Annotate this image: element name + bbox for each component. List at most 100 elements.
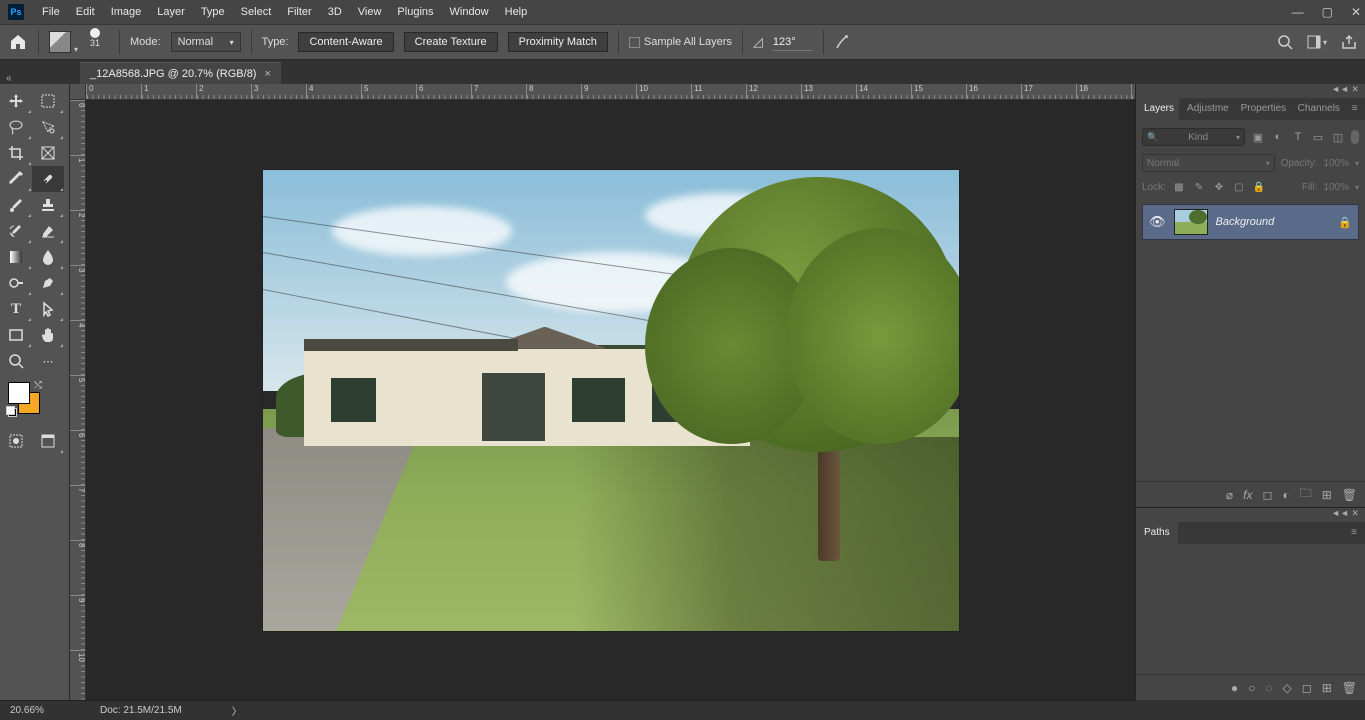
- path-select-tool-icon[interactable]: [32, 296, 64, 322]
- new-layer-icon[interactable]: ⊞: [1322, 488, 1332, 502]
- layer-name[interactable]: Background: [1216, 216, 1331, 228]
- filter-adjust-icon[interactable]: ◐: [1271, 130, 1285, 144]
- stamp-tool-icon[interactable]: [32, 192, 64, 218]
- angle-input[interactable]: [773, 33, 813, 51]
- lock-paint-icon[interactable]: ✎: [1192, 182, 1206, 193]
- hand-tool-icon[interactable]: [32, 322, 64, 348]
- quick-mask-icon[interactable]: [0, 428, 32, 454]
- ruler-horizontal[interactable]: 012345678910111213141516171819: [86, 84, 1135, 100]
- visibility-eye-icon[interactable]: 👁: [1149, 214, 1166, 230]
- layer-filter-kind[interactable]: Kind▾: [1142, 128, 1245, 146]
- delete-path-icon[interactable]: 🗑: [1342, 681, 1357, 695]
- screen-mode-icon[interactable]: [32, 428, 64, 454]
- window-maximize-icon[interactable]: ▢: [1322, 5, 1333, 19]
- swap-colors-icon[interactable]: ⤭: [34, 380, 42, 391]
- share-icon[interactable]: [1341, 34, 1357, 50]
- edit-toolbar-icon[interactable]: ⋯: [32, 348, 64, 374]
- brush-tool-icon[interactable]: [0, 192, 32, 218]
- lock-pos-icon[interactable]: ✥: [1212, 182, 1226, 193]
- fill-path-icon[interactable]: ●: [1231, 681, 1238, 695]
- new-path-icon[interactable]: ⊞: [1322, 681, 1332, 695]
- ruler-origin[interactable]: [70, 84, 86, 100]
- tab-properties[interactable]: Properties: [1233, 98, 1290, 120]
- filter-shape-icon[interactable]: ▭: [1311, 130, 1325, 144]
- filter-smart-icon[interactable]: ◫: [1331, 130, 1345, 144]
- mask-icon[interactable]: ◻: [1262, 488, 1272, 502]
- sel-to-path-icon[interactable]: ◇: [1283, 681, 1292, 695]
- crop-tool-icon[interactable]: [0, 140, 32, 166]
- panel-collapse-icon[interactable]: ◄◄ ✕: [1136, 508, 1365, 522]
- window-minimize-icon[interactable]: —: [1292, 5, 1304, 19]
- pressure-icon[interactable]: [834, 33, 852, 51]
- home-icon[interactable]: [8, 32, 28, 52]
- workspace-switcher[interactable]: ▾: [1307, 35, 1327, 49]
- menu-file[interactable]: File: [34, 0, 68, 24]
- search-icon[interactable]: [1277, 34, 1293, 50]
- type-create-texture-button[interactable]: Create Texture: [404, 32, 498, 52]
- menu-plugins[interactable]: Plugins: [389, 0, 441, 24]
- layer-row-background[interactable]: 👁 Background 🔒: [1142, 204, 1359, 240]
- layer-thumbnail[interactable]: [1174, 209, 1208, 235]
- menu-view[interactable]: View: [350, 0, 390, 24]
- delete-layer-icon[interactable]: 🗑: [1342, 488, 1357, 502]
- menu-layer[interactable]: Layer: [149, 0, 193, 24]
- frame-tool-icon[interactable]: [32, 140, 64, 166]
- sample-all-layers-checkbox[interactable]: Sample All Layers: [629, 36, 732, 48]
- document-tab[interactable]: _12A8568.JPG @ 20.7% (RGB/8) ×: [80, 62, 281, 84]
- blur-tool-icon[interactable]: [32, 244, 64, 270]
- filter-type-icon[interactable]: T: [1291, 130, 1305, 144]
- gradient-tool-icon[interactable]: [0, 244, 32, 270]
- fx-icon[interactable]: fx: [1243, 488, 1252, 502]
- menu-image[interactable]: Image: [103, 0, 150, 24]
- group-icon[interactable]: 🗀: [1300, 484, 1312, 505]
- default-colors-icon[interactable]: [6, 406, 16, 416]
- status-chevron-icon[interactable]: 〉: [232, 703, 242, 718]
- opacity-value[interactable]: 100%: [1323, 158, 1349, 169]
- adjustment-layer-icon[interactable]: ◐: [1282, 488, 1289, 502]
- history-brush-tool-icon[interactable]: [0, 218, 32, 244]
- zoom-tool-icon[interactable]: [0, 348, 32, 374]
- lock-all-icon[interactable]: 🔒: [1252, 182, 1266, 193]
- mode-select[interactable]: Normal▾: [171, 32, 241, 52]
- tab-paths[interactable]: Paths: [1136, 522, 1178, 544]
- tab-channels[interactable]: Channels: [1290, 98, 1344, 120]
- canvas[interactable]: [86, 100, 1135, 700]
- foreground-color-swatch[interactable]: [8, 382, 30, 404]
- zoom-value[interactable]: 20.66%: [10, 705, 70, 716]
- panel-collapse-icon[interactable]: ◄◄ ✕: [1136, 84, 1365, 98]
- menu-select[interactable]: Select: [233, 0, 280, 24]
- brush-preview[interactable]: 31: [81, 28, 109, 56]
- quick-select-tool-icon[interactable]: [32, 114, 64, 140]
- eyedropper-tool-icon[interactable]: [0, 166, 32, 192]
- lasso-tool-icon[interactable]: [0, 114, 32, 140]
- path-to-sel-icon[interactable]: ◌: [1265, 681, 1272, 695]
- menu-help[interactable]: Help: [497, 0, 536, 24]
- rectangle-tool-icon[interactable]: [0, 322, 32, 348]
- close-tab-icon[interactable]: ×: [264, 68, 270, 80]
- type-tool-icon[interactable]: T: [0, 296, 32, 322]
- blend-mode-select[interactable]: Normal▾: [1142, 154, 1275, 172]
- panel-menu-icon[interactable]: ≡: [1344, 98, 1365, 120]
- window-close-icon[interactable]: ✕: [1351, 5, 1361, 19]
- menu-3d[interactable]: 3D: [320, 0, 350, 24]
- stroke-path-icon[interactable]: ○: [1248, 681, 1255, 695]
- type-content-aware-button[interactable]: Content-Aware: [298, 32, 393, 52]
- link-layers-icon[interactable]: ⌀: [1226, 488, 1233, 502]
- layer-lock-icon[interactable]: 🔒: [1338, 216, 1352, 229]
- move-tool-icon[interactable]: [0, 88, 32, 114]
- ruler-vertical[interactable]: 012345678910: [70, 100, 86, 700]
- menu-filter[interactable]: Filter: [279, 0, 319, 24]
- tab-adjustments[interactable]: Adjustme: [1179, 98, 1233, 120]
- healing-brush-tool-icon[interactable]: [32, 166, 64, 192]
- eraser-tool-icon[interactable]: [32, 218, 64, 244]
- doc-info[interactable]: Doc: 21.5M/21.5M: [100, 705, 182, 716]
- dodge-tool-icon[interactable]: [0, 270, 32, 296]
- lock-trans-icon[interactable]: ▩: [1172, 182, 1186, 193]
- mask-path-icon[interactable]: ◻: [1302, 681, 1312, 695]
- tab-layers[interactable]: Layers: [1136, 98, 1179, 120]
- filter-pixel-icon[interactable]: ▣: [1251, 130, 1265, 144]
- menu-edit[interactable]: Edit: [68, 0, 103, 24]
- tool-preset-picker[interactable]: ▾: [49, 31, 71, 53]
- panel-menu-icon[interactable]: ≡: [1343, 522, 1365, 544]
- marquee-tool-icon[interactable]: [32, 88, 64, 114]
